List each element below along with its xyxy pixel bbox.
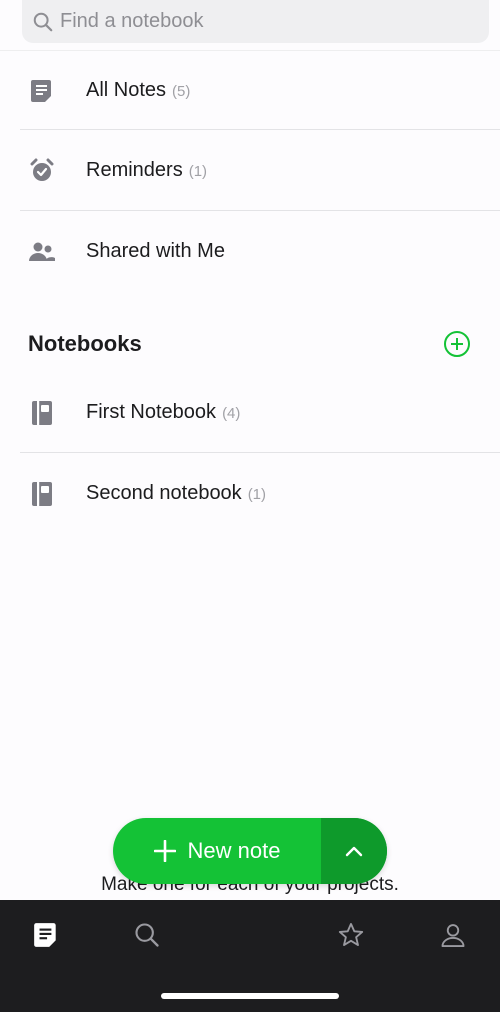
- notebook-search-bar[interactable]: [22, 0, 489, 43]
- note-count: (5): [172, 83, 191, 100]
- plus-circle-icon: [444, 331, 470, 357]
- people-icon: [28, 238, 56, 266]
- shortcut-all-notes[interactable]: All Notes (5): [0, 50, 500, 131]
- new-note-label: New note: [187, 838, 281, 863]
- plus-icon: [153, 840, 176, 862]
- tab-search[interactable]: [130, 918, 164, 952]
- star-icon: [338, 922, 364, 946]
- shortcut-label: All Notes (5): [86, 79, 191, 101]
- notebook-icon: [28, 399, 56, 427]
- tab-account[interactable]: [436, 918, 470, 952]
- search-icon: [33, 12, 53, 31]
- new-note-button[interactable]: New note: [113, 818, 321, 884]
- notebook-label: Second notebook (1): [86, 482, 267, 504]
- shortcut-shared-with-me[interactable]: Shared with Me: [0, 211, 500, 292]
- chevron-up-icon: [345, 846, 363, 857]
- shortcut-label: Reminders (1): [86, 159, 208, 181]
- notebook-item-first[interactable]: First Notebook (4): [0, 372, 500, 453]
- alarm-clock-icon: [28, 157, 56, 185]
- person-icon: [441, 924, 465, 948]
- search-icon: [135, 923, 159, 947]
- note-icon: [28, 77, 56, 105]
- note-count: (1): [247, 486, 267, 503]
- search-input[interactable]: [60, 10, 460, 33]
- add-notebook-button[interactable]: [443, 330, 471, 358]
- new-note-fab: New note: [113, 818, 387, 884]
- new-note-options-button[interactable]: [321, 818, 387, 884]
- tab-shortcuts[interactable]: [334, 918, 368, 952]
- home-indicator: [161, 993, 339, 999]
- note-count: (4): [222, 405, 241, 422]
- notebooks-section-title: Notebooks: [28, 331, 142, 356]
- notebook-icon: [28, 480, 56, 508]
- tab-notes[interactable]: [29, 918, 63, 952]
- notebook-item-second[interactable]: Second notebook (1): [0, 453, 500, 534]
- shortcut-reminders[interactable]: Reminders (1): [0, 130, 500, 211]
- notebook-label: First Notebook (4): [86, 401, 241, 423]
- shortcut-label: Shared with Me: [86, 240, 225, 262]
- note-icon: [34, 923, 56, 947]
- reminder-count: (1): [188, 163, 208, 180]
